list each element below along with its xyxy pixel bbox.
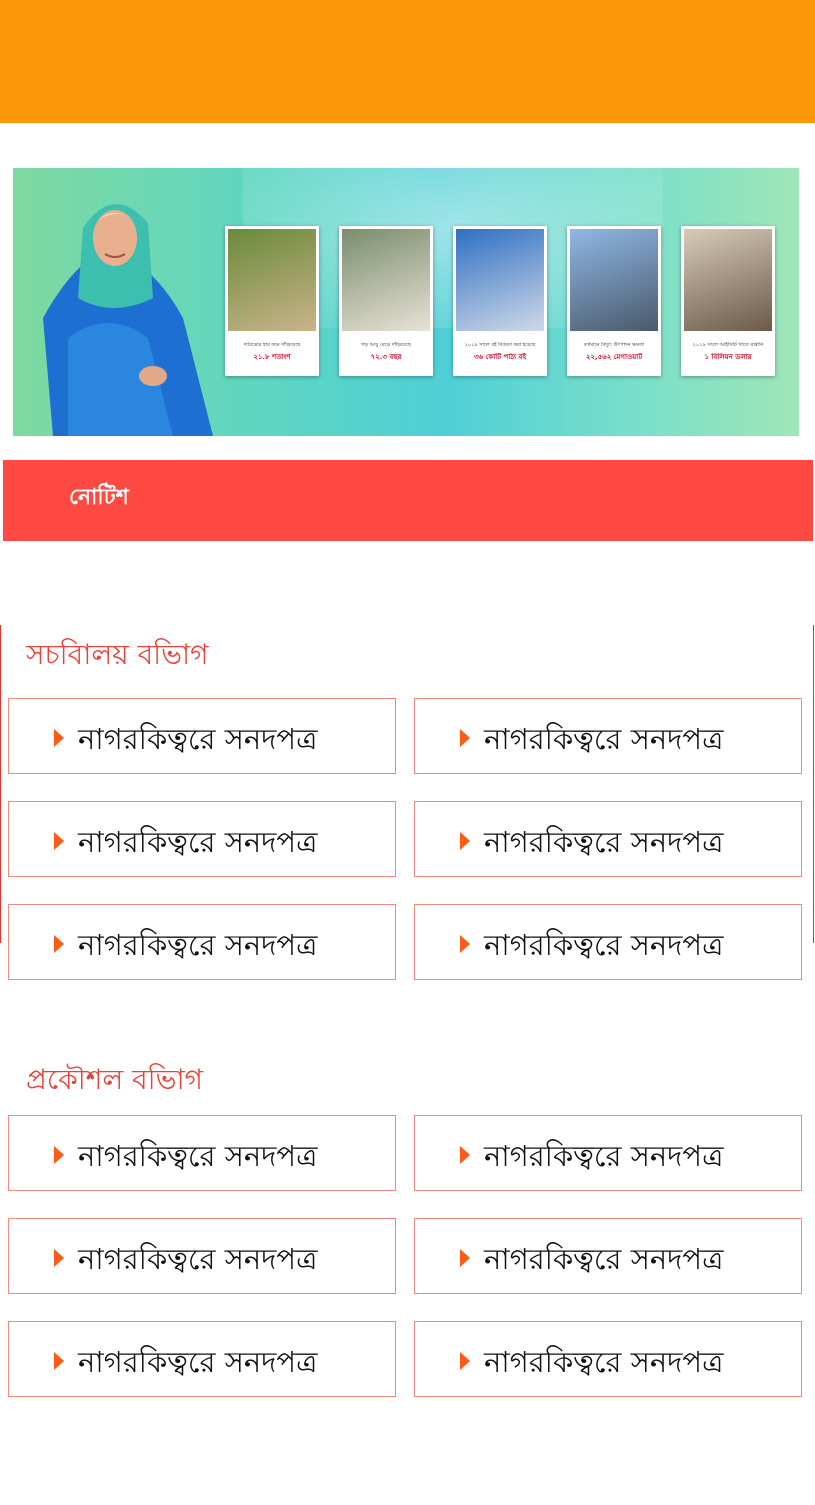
service-link-label: নাগরকিত্বরে সনদপত্র <box>78 928 318 962</box>
stat-card: ২০১৯ সালে বই বিতরণ করা হয়েছে ৩৬ কোটি পাঠ… <box>453 226 547 376</box>
stat-card: দারিদ্র্যের হার কমে দাঁড়িয়েছে ২১.৮ শতাং… <box>225 226 319 376</box>
section-title: সচবিালয় বভিাগ <box>26 638 209 671</box>
stat-card: ২০১৯ সালে আইসিটি খাতে রপ্তানি ১ বিলিয়ন ড… <box>681 226 775 376</box>
stat-card: বর্তমানে বিদ্যুৎ উৎপাদন ক্ষমতা ২২,৫৬২ মেগ… <box>567 226 661 376</box>
service-link[interactable]: নাগরকিত্বরে সনদপত্র <box>8 698 396 774</box>
caret-right-icon <box>460 1249 470 1267</box>
stat-card-value: ৩৬ কোটি পাঠ্য বই <box>473 353 527 361</box>
service-link-label: নাগরকিত্বরে সনদপত্র <box>484 1139 724 1173</box>
caret-right-icon <box>54 1352 64 1370</box>
stat-card-caption: দারিদ্র্যের হার কমে দাঁড়িয়েছে <box>243 342 301 348</box>
notice-title: নোটিশ <box>69 485 129 510</box>
caret-right-icon <box>54 832 64 850</box>
notice-bar: নোটিশ <box>3 460 813 541</box>
stat-card-value: ২১.৮ শতাংশ <box>253 353 291 361</box>
service-link-label: নাগরকিত্বরে সনদপত্র <box>78 825 318 859</box>
caret-right-icon <box>54 935 64 953</box>
service-link-label: নাগরকিত্বরে সনদপত্র <box>484 928 724 962</box>
service-link-label: নাগরকিত্বরে সনদপত্র <box>78 1139 318 1173</box>
service-link[interactable]: নাগরকিত্বরে সনদপত্র <box>414 904 802 980</box>
stat-card-caption: বর্তমানে বিদ্যুৎ উৎপাদন ক্ষমতা <box>583 342 645 348</box>
service-link[interactable]: নাগরকিত্বরে সনদপত্র <box>414 1115 802 1191</box>
service-link[interactable]: নাগরকিত্বরে সনদপত্র <box>8 1218 396 1294</box>
service-link-label: নাগরকিত্বরে সনদপত্র <box>484 1242 724 1276</box>
service-link-label: নাগরকিত্বরে সনদপত্র <box>484 1345 724 1379</box>
section-border-left <box>0 625 1 943</box>
service-link-label: নাগরকিত্বরে সনদপত্র <box>78 1242 318 1276</box>
service-link[interactable]: নাগরকিত্বরে সনদপত্র <box>414 1321 802 1397</box>
service-link[interactable]: নাগরকিত্বরে সনদপত্র <box>8 801 396 877</box>
stat-card-photo <box>570 229 658 331</box>
hero-banner: দারিদ্র্যের হার কমে দাঁড়িয়েছে ২১.৮ শতাং… <box>13 168 799 436</box>
stat-card-value: ৭২.৩ বছর <box>370 353 402 361</box>
leader-portrait <box>43 204 213 436</box>
top-header-bar <box>0 0 815 123</box>
caret-right-icon <box>460 1146 470 1164</box>
stat-card-photo <box>228 229 316 331</box>
stat-card-caption: গড় আয়ু বেড়ে দাঁড়িয়েছে <box>361 342 411 348</box>
stat-card-photo <box>342 229 430 331</box>
section-title: প্রকৌশল বভিাগ <box>26 1063 204 1096</box>
caret-right-icon <box>460 832 470 850</box>
stat-card-caption: ২০১৯ সালে বই বিতরণ করা হয়েছে <box>464 342 536 348</box>
service-link[interactable]: নাগরকিত্বরে সনদপত্র <box>414 698 802 774</box>
caret-right-icon <box>460 729 470 747</box>
service-link-label: নাগরকিত্বরে সনদপত্র <box>484 722 724 756</box>
service-link[interactable]: নাগরকিত্বরে সনদপত্র <box>8 1115 396 1191</box>
section-border-right <box>813 625 814 943</box>
stat-card-photo <box>456 229 544 331</box>
caret-right-icon <box>54 1146 64 1164</box>
service-link[interactable]: নাগরকিত্বরে সনদপত্র <box>414 801 802 877</box>
service-link-label: নাগরকিত্বরে সনদপত্র <box>78 722 318 756</box>
stat-card-caption: ২০১৯ সালে আইসিটি খাতে রপ্তানি <box>692 342 764 348</box>
service-link[interactable]: নাগরকিত্বরে সনদপত্র <box>8 904 396 980</box>
service-link-label: নাগরকিত্বরে সনদপত্র <box>78 1345 318 1379</box>
service-link[interactable]: নাগরকিত্বরে সনদপত্র <box>414 1218 802 1294</box>
stat-card-value: ২২,৫৬২ মেগাওয়াট <box>585 353 643 361</box>
service-link[interactable]: নাগরকিত্বরে সনদপত্র <box>8 1321 396 1397</box>
stat-card: গড় আয়ু বেড়ে দাঁড়িয়েছে ৭২.৩ বছর <box>339 226 433 376</box>
caret-right-icon <box>460 935 470 953</box>
stat-card-photo <box>684 229 772 331</box>
stat-card-value: ১ বিলিয়ন ডলার <box>704 353 752 361</box>
caret-right-icon <box>54 729 64 747</box>
service-link-label: নাগরকিত্বরে সনদপত্র <box>484 825 724 859</box>
caret-right-icon <box>460 1352 470 1370</box>
caret-right-icon <box>54 1249 64 1267</box>
